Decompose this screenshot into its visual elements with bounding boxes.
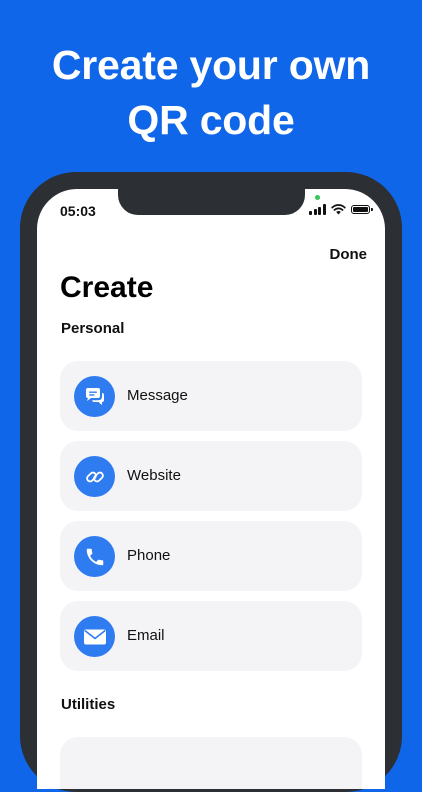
envelope-icon (74, 616, 115, 657)
promo-headline: Create your own QR code (0, 38, 422, 148)
section-label-utilities: Utilities (61, 696, 116, 713)
battery-icon (350, 205, 373, 214)
wifi-icon (330, 204, 346, 215)
create-item-label: Email (127, 627, 165, 644)
create-item-label: Message (127, 387, 188, 404)
page-title: Create (60, 271, 154, 304)
phone-screen: 05:03 Done Create Personal Message Websi… (37, 189, 385, 789)
message-bubbles-icon (74, 376, 115, 417)
create-item-label: Phone (127, 547, 171, 564)
cellular-signal-icon (309, 204, 326, 215)
status-time: 05:03 (60, 203, 96, 219)
create-item-label: Website (127, 467, 181, 484)
create-item-message[interactable]: Message (60, 361, 362, 431)
create-item-utilities-partial[interactable] (60, 737, 362, 789)
create-item-website[interactable]: Website (60, 441, 362, 511)
link-icon (74, 456, 115, 497)
done-button[interactable]: Done (307, 246, 368, 263)
promo-headline-line1: Create your own (51, 42, 371, 88)
create-item-phone[interactable]: Phone (60, 521, 362, 591)
status-icons (309, 204, 373, 215)
promo-headline-line2: QR code (127, 97, 295, 143)
create-item-email[interactable]: Email (60, 601, 362, 671)
camera-indicator-dot (315, 195, 320, 200)
phone-notch (118, 189, 305, 215)
section-label-personal: Personal (61, 320, 125, 337)
phone-icon (74, 536, 115, 577)
